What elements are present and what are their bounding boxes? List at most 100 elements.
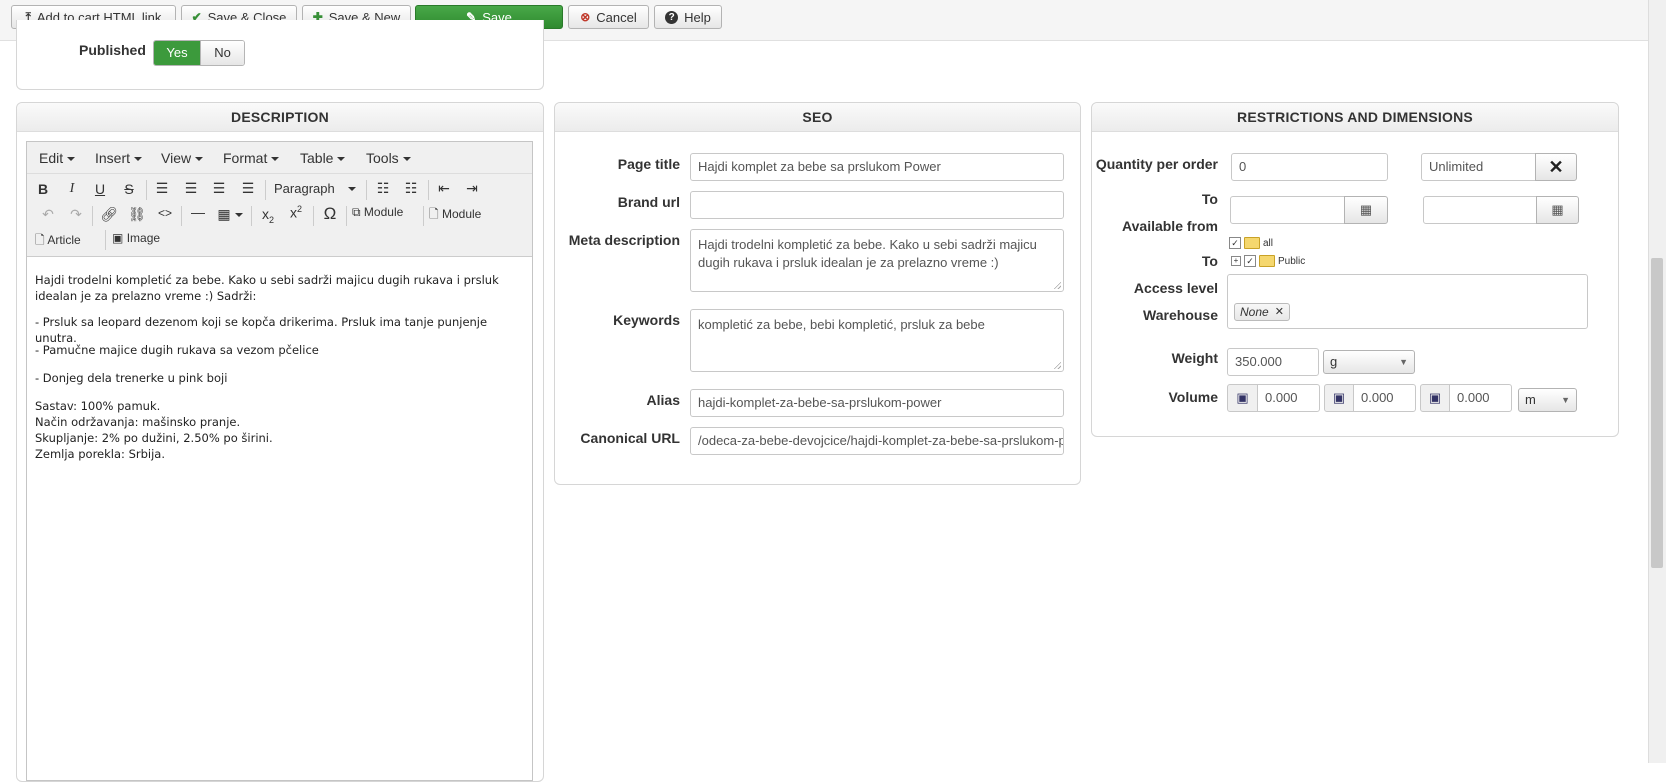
alias-input[interactable]: hajdi-komplet-za-bebe-sa-prslukom-power (690, 389, 1064, 417)
to-label: To (1201, 191, 1218, 207)
separator (251, 206, 252, 226)
bold-icon[interactable]: B (32, 181, 54, 197)
cancel-button[interactable]: ⊗ Cancel (568, 5, 649, 29)
brand-url-input[interactable] (690, 191, 1064, 219)
caret-down-icon (134, 157, 143, 162)
table-icon[interactable]: ▦ (215, 206, 245, 223)
page-scrollbar[interactable] (1648, 0, 1666, 763)
subscript-icon[interactable]: x2 (257, 206, 279, 225)
paragraph: Zemlja porekla: Srbija. (35, 447, 165, 461)
superscript-icon[interactable]: x2 (285, 204, 307, 221)
indent-icon[interactable]: ⇥ (461, 180, 483, 197)
weight-input[interactable]: 350.000 (1227, 348, 1319, 376)
published-panel: Published Yes No (16, 20, 544, 90)
module-button-2[interactable]: 🗋︎ Module (429, 205, 481, 226)
caret-down-icon (271, 157, 280, 162)
format-select[interactable]: Paragraph (270, 178, 360, 200)
image-button[interactable]: ▣ Image (112, 231, 160, 245)
help-button[interactable]: ? Help (654, 5, 722, 29)
horizontal-rule-icon[interactable]: — (187, 204, 209, 220)
resize-grip-icon[interactable] (1053, 361, 1061, 369)
caret-down-icon (234, 213, 243, 218)
bullet-list-icon[interactable]: ☷ (372, 180, 394, 197)
special-character-icon[interactable]: Ω (319, 204, 341, 224)
seo-title: SEO (555, 103, 1080, 132)
separator (265, 180, 266, 200)
published-label: Published (79, 42, 146, 58)
volume-width-input[interactable]: 0.000 (1257, 384, 1320, 412)
clear-quantity-button[interactable]: ✕ (1535, 153, 1577, 181)
code-icon[interactable]: <> (154, 206, 176, 220)
caret-down-icon (402, 157, 411, 162)
separator (105, 230, 106, 250)
published-yes-button[interactable]: Yes (154, 41, 200, 65)
keywords-textarea[interactable]: kompletić za bebe, bebi kompletić, prslu… (690, 309, 1064, 372)
outdent-icon[interactable]: ⇤ (433, 180, 455, 197)
canonical-url-input[interactable]: /odeca-za-bebe-devojcice/hajdi-komplet-z… (690, 427, 1064, 455)
page-title-input[interactable]: Hajdi komplet za bebe sa prslukom Power (690, 153, 1064, 181)
checkbox-checked-icon[interactable]: ✓ (1244, 255, 1256, 267)
scrollbar-thumb[interactable] (1651, 258, 1663, 568)
menu-tools[interactable]: Tools (366, 150, 411, 166)
cancel-icon: ⊗ (580, 10, 591, 24)
link-icon[interactable]: 🔗︎ (98, 206, 120, 223)
keywords-label: Keywords (613, 312, 680, 328)
undo-icon[interactable]: ↶ (37, 206, 59, 223)
unlink-icon[interactable]: ⛓︎ (126, 206, 148, 223)
separator (181, 206, 182, 226)
calendar-button-1[interactable]: ▦ (1344, 196, 1388, 224)
align-left-icon[interactable]: ☰ (151, 180, 173, 197)
published-no-button[interactable]: No (200, 41, 244, 65)
folder-icon (1244, 237, 1260, 249)
access-tree-all[interactable]: ✓ all (1229, 237, 1273, 249)
calendar-icon: ▦ (1551, 202, 1564, 217)
strikethrough-icon[interactable]: S (118, 181, 140, 197)
volume-height-input[interactable]: 0.000 (1353, 384, 1416, 412)
separator (423, 206, 424, 226)
menu-insert[interactable]: Insert (95, 150, 143, 166)
menu-edit[interactable]: Edit (39, 150, 76, 166)
menu-view[interactable]: View (161, 150, 204, 166)
separator (92, 206, 93, 226)
weight-unit-select[interactable]: g ▼ (1323, 350, 1415, 374)
resize-grip-icon[interactable] (1053, 281, 1061, 289)
caret-down-icon: ▼ (1561, 395, 1570, 405)
quantity-per-order-label: Quantity per order (1095, 156, 1218, 172)
volume-unit-select[interactable]: m ▼ (1518, 388, 1577, 412)
quantity-max-input[interactable]: Unlimited (1421, 153, 1536, 181)
underline-icon[interactable]: U (89, 181, 111, 197)
caret-down-icon (195, 157, 204, 162)
editor-menubar: Edit Insert View Format Table Tools (27, 142, 532, 174)
warehouse-multiselect[interactable]: None ✕ (1227, 274, 1588, 329)
editor-content[interactable]: Hajdi trodelni kompletić za bebe. Kako u… (27, 257, 532, 763)
access-tree-public[interactable]: + ✓ Public (1231, 255, 1305, 267)
align-right-icon[interactable]: ☰ (208, 180, 230, 197)
available-to-date-input[interactable] (1423, 196, 1537, 224)
checkbox-checked-icon[interactable]: ✓ (1229, 237, 1241, 249)
expand-icon[interactable]: + (1231, 256, 1241, 266)
align-justify-icon[interactable]: ☰ (237, 180, 259, 197)
paragraph: Hajdi trodelni kompletić za bebe. Kako u… (35, 273, 499, 303)
restrictions-title: RESTRICTIONS AND DIMENSIONS (1092, 103, 1618, 132)
quantity-min-input[interactable]: 0 (1231, 153, 1388, 181)
weight-label: Weight (1171, 350, 1218, 366)
volume-height-icon-box: ▣ (1324, 384, 1354, 412)
menu-format[interactable]: Format (223, 150, 280, 166)
numbered-list-icon[interactable]: ☷ (400, 180, 422, 197)
add-file-icon: 🗋︎ (35, 233, 45, 247)
separator (428, 180, 429, 200)
article-button[interactable]: 🗋︎ Article (35, 231, 81, 252)
menu-table[interactable]: Table (300, 150, 346, 166)
meta-description-textarea[interactable]: Hajdi trodelni kompletić za bebe. Kako u… (690, 229, 1064, 292)
redo-icon[interactable]: ↷ (65, 206, 87, 223)
calendar-button-2[interactable]: ▦ (1536, 196, 1579, 224)
warehouse-label: Warehouse (1143, 307, 1218, 323)
alias-label: Alias (646, 392, 680, 408)
module-button-1[interactable]: ⧉ Module (352, 205, 403, 220)
italic-icon[interactable]: I (61, 181, 83, 197)
volume-depth-input[interactable]: 0.000 (1449, 384, 1512, 412)
available-from-date-input[interactable] (1230, 196, 1345, 224)
align-center-icon[interactable]: ☰ (180, 180, 202, 197)
remove-tag-icon[interactable]: ✕ (1275, 304, 1284, 320)
paragraph: Način održavanja: mašinsko pranje. (35, 415, 241, 429)
